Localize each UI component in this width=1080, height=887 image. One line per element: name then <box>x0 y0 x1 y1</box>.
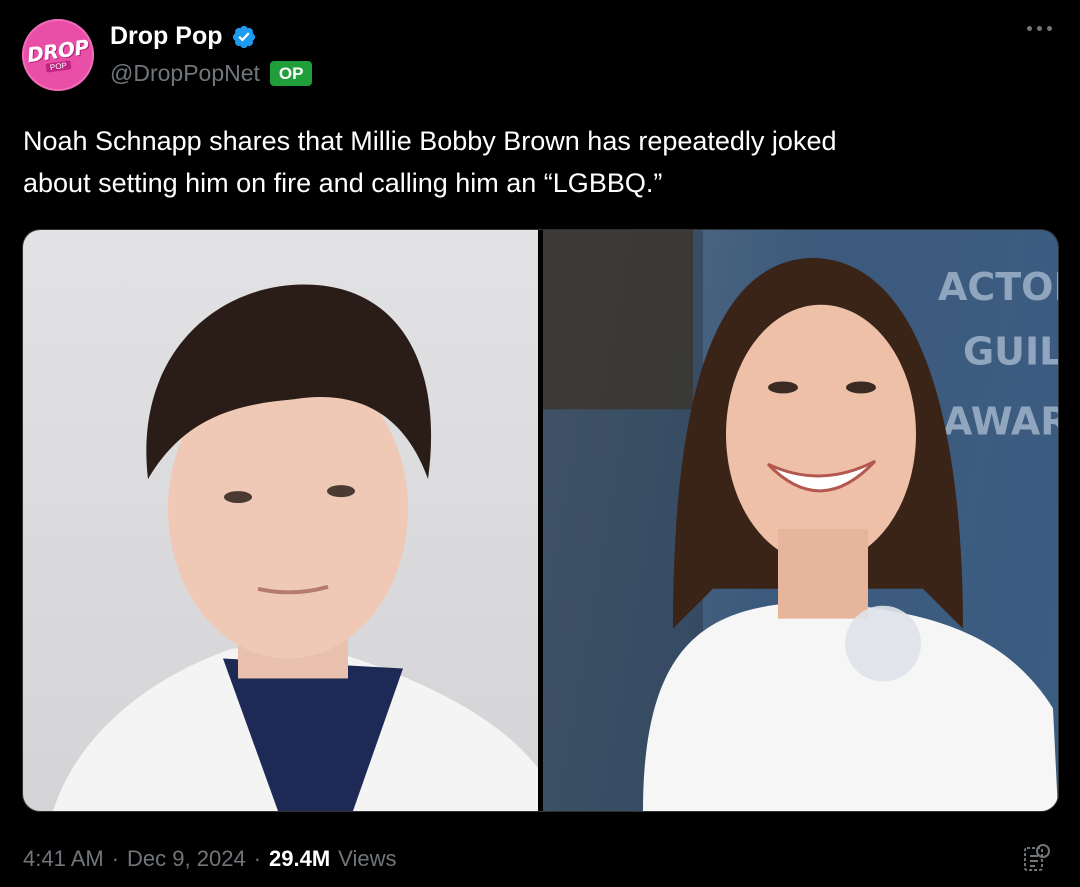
op-badge: OP <box>269 61 313 86</box>
tweet-media[interactable]: ACTORS GUILD AWARDS <box>22 229 1059 812</box>
author-handle[interactable]: @DropPopNet <box>110 60 260 87</box>
verified-badge-icon <box>232 25 255 48</box>
more-options-icon[interactable] <box>1027 26 1052 31</box>
backdrop-text-2: GUILD <box>963 330 1058 374</box>
tweet-date[interactable]: Dec 9, 2024 <box>127 846 246 872</box>
backdrop-text-3: AWARDS <box>943 399 1058 443</box>
dot <box>1047 26 1052 31</box>
tweet-meta: 4:41 AM · Dec 9, 2024 · 29.4M Views <box>23 846 396 872</box>
dot <box>1037 26 1042 31</box>
portrait-illustration-right: ACTORS GUILD AWARDS <box>543 230 1058 811</box>
views-label: Views <box>338 846 397 871</box>
author-name-row: Drop Pop <box>110 22 257 51</box>
meta-separator: · <box>253 846 262 871</box>
avatar-logo-subtext: POP <box>45 60 71 73</box>
avatar[interactable]: DROP POP <box>22 19 94 91</box>
views-count: 29.4M <box>269 846 331 871</box>
backdrop-text-1: ACTORS <box>938 265 1058 309</box>
author-handle-row: @DropPopNet OP <box>110 60 313 87</box>
display-name[interactable]: Drop Pop <box>110 22 223 51</box>
tweet-time[interactable]: 4:41 AM <box>23 846 104 872</box>
photo-millie-bobby-brown[interactable]: ACTORS GUILD AWARDS <box>543 230 1058 811</box>
dot <box>1027 26 1032 31</box>
analytics-icon[interactable] <box>1022 842 1052 874</box>
meta-separator: · <box>111 846 120 871</box>
tweet-text: Noah Schnapp shares that Millie Bobby Br… <box>23 126 837 198</box>
portrait-illustration-left <box>53 284 538 811</box>
photo-noah-schnapp[interactable] <box>23 230 538 811</box>
